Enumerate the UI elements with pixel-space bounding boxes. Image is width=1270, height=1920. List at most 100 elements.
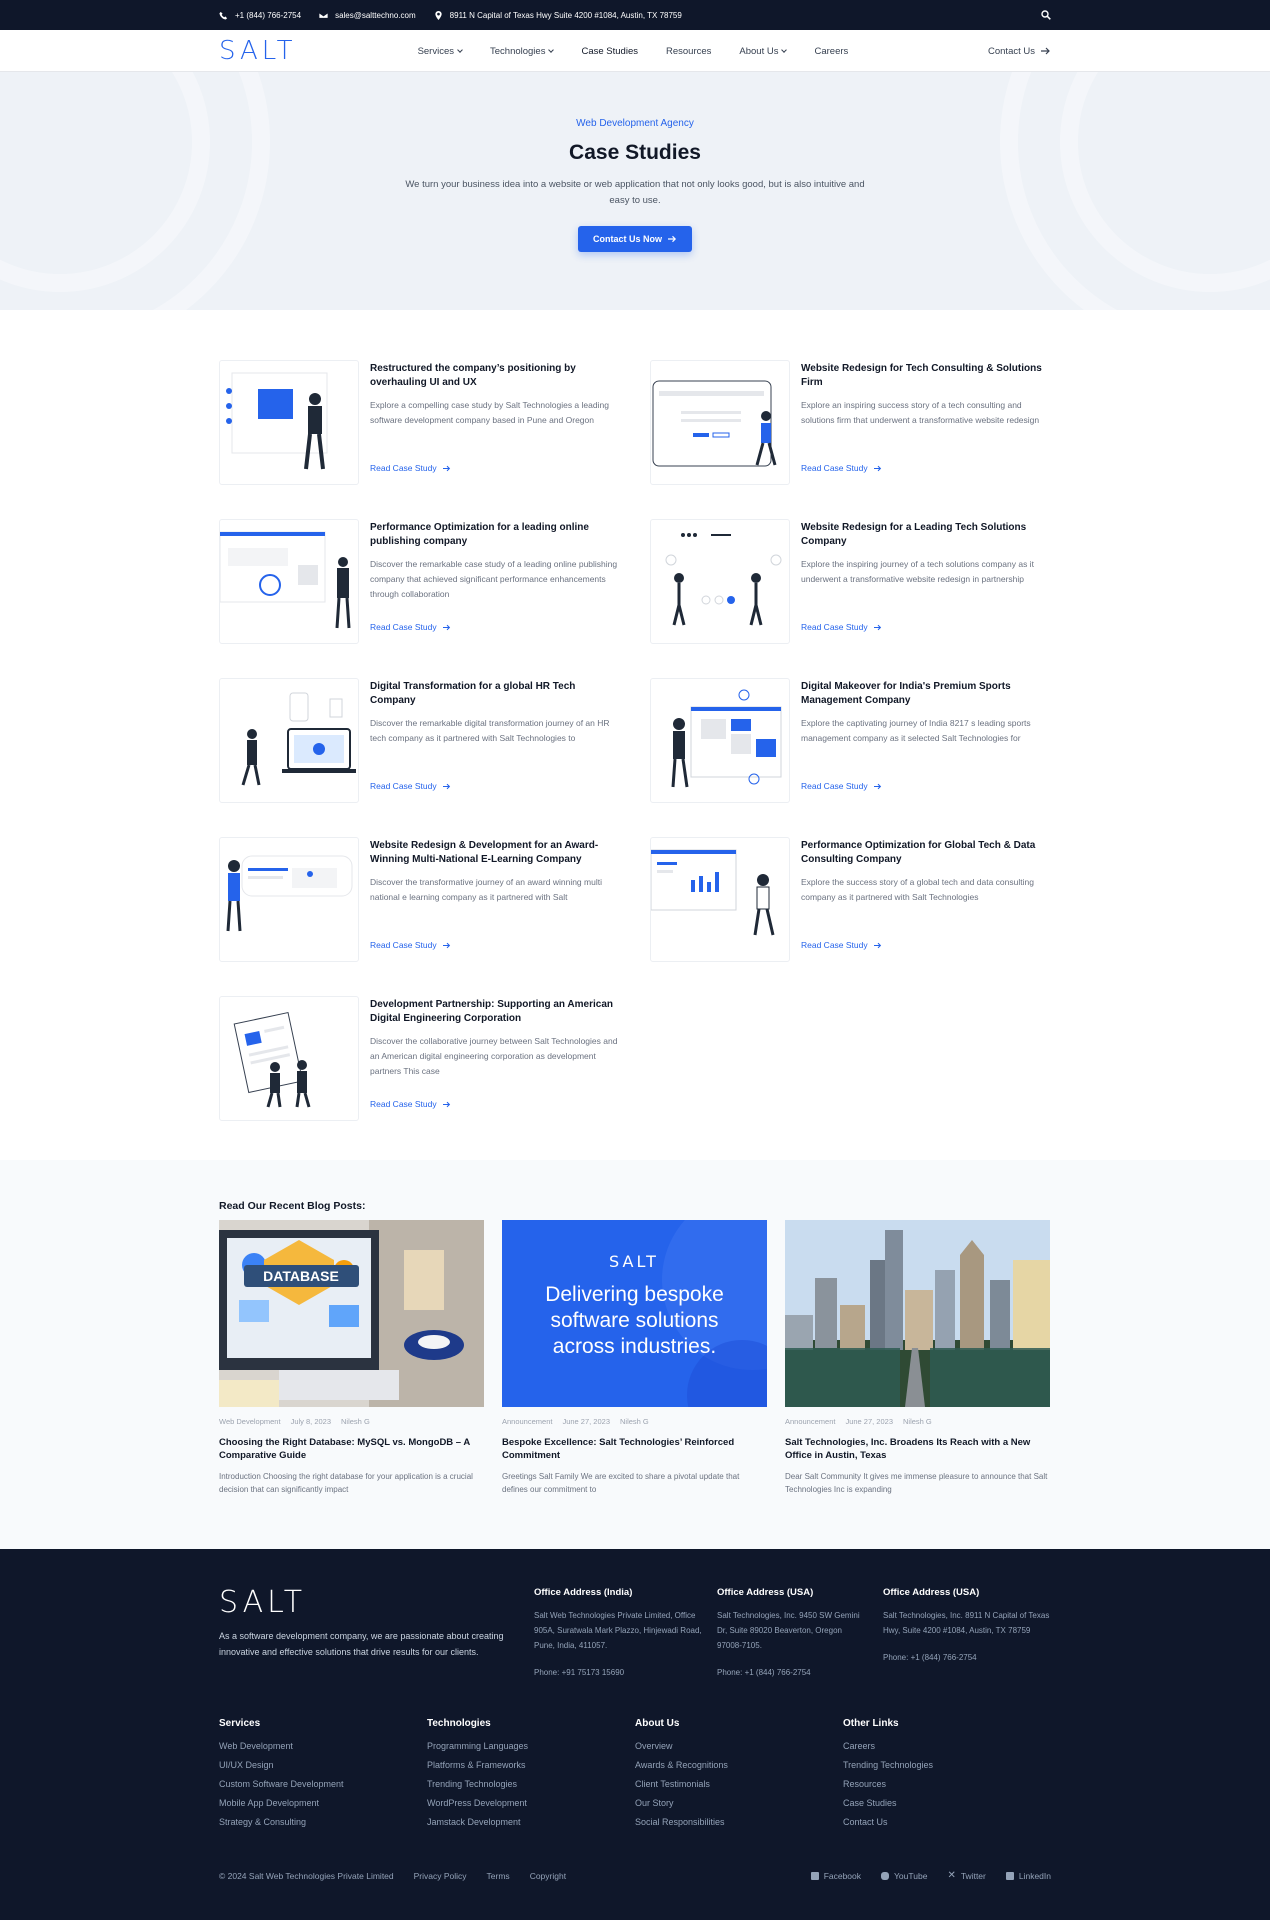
- post-title[interactable]: Bespoke Excellence: Salt Technologies’ R…: [502, 1436, 767, 1462]
- footer-link[interactable]: Custom Software Development: [219, 1779, 427, 1789]
- case-study-card[interactable]: Website Redesign & Development for an Aw…: [219, 837, 620, 962]
- email-link[interactable]: sales@salttechno.com: [319, 11, 416, 20]
- terms-link[interactable]: Terms: [487, 1871, 510, 1881]
- case-study-title[interactable]: Performance Optimization for a leading o…: [370, 521, 620, 549]
- post-author[interactable]: Nilesh G: [620, 1417, 649, 1426]
- case-study-title[interactable]: Restructured the company’s positioning b…: [370, 362, 620, 390]
- office-phone[interactable]: Phone: +1 (844) 766-2754: [883, 1650, 1051, 1665]
- case-study-card[interactable]: Development Partnership: Supporting an A…: [219, 996, 620, 1121]
- footer-link[interactable]: Our Story: [635, 1798, 843, 1808]
- case-study-card[interactable]: Restructured the company’s positioning b…: [219, 360, 620, 485]
- blog-image-austin-skyline[interactable]: [785, 1220, 1050, 1407]
- case-study-illustration[interactable]: [650, 678, 790, 803]
- read-case-study-link[interactable]: Read Case Study: [370, 622, 620, 632]
- post-author[interactable]: Nilesh G: [903, 1417, 932, 1426]
- nav-item-careers[interactable]: Careers: [814, 46, 848, 57]
- read-case-study-link[interactable]: Read Case Study: [801, 781, 1051, 791]
- footer-link[interactable]: Trending Technologies: [843, 1760, 1051, 1770]
- case-study-title[interactable]: Website Redesign & Development for an Aw…: [370, 839, 620, 867]
- footer-link[interactable]: Overview: [635, 1741, 843, 1751]
- case-study-title[interactable]: Website Redesign for a Leading Tech Solu…: [801, 521, 1051, 549]
- footer-column-title: Technologies: [427, 1718, 491, 1729]
- footer-link[interactable]: Strategy & Consulting: [219, 1817, 427, 1827]
- footer-logo[interactable]: SALT: [219, 1585, 534, 1620]
- blog-image-database[interactable]: DATABASE: [219, 1220, 484, 1407]
- link-label: Read Case Study: [370, 622, 437, 632]
- read-case-study-link[interactable]: Read Case Study: [370, 940, 620, 950]
- post-category[interactable]: Web Development: [219, 1417, 281, 1426]
- read-case-study-link[interactable]: Read Case Study: [801, 940, 1051, 950]
- search-icon[interactable]: [1041, 10, 1051, 20]
- case-study-title[interactable]: Digital Transformation for a global HR T…: [370, 680, 620, 708]
- case-study-card[interactable]: Website Redesign for a Leading Tech Solu…: [650, 519, 1051, 644]
- footer-link[interactable]: Resources: [843, 1779, 1051, 1789]
- post-category[interactable]: Announcement: [502, 1417, 552, 1426]
- post-title[interactable]: Salt Technologies, Inc. Broadens Its Rea…: [785, 1436, 1050, 1462]
- contact-us-link[interactable]: Contact Us: [988, 46, 1051, 57]
- footer-link[interactable]: Awards & Recognitions: [635, 1760, 843, 1770]
- case-study-title[interactable]: Performance Optimization for Global Tech…: [801, 839, 1051, 867]
- case-study-illustration[interactable]: [219, 996, 359, 1121]
- read-case-study-link[interactable]: Read Case Study: [370, 1099, 620, 1109]
- youtube-link[interactable]: YouTube: [881, 1870, 927, 1881]
- case-study-description: Discover the remarkable case study of a …: [370, 559, 618, 599]
- office-phone[interactable]: Phone: +91 75173 15690: [534, 1665, 717, 1680]
- nav-item-about-us[interactable]: About Us: [739, 46, 788, 57]
- nav-item-services[interactable]: Services: [418, 46, 463, 57]
- case-study-title[interactable]: Digital Makeover for India's Premium Spo…: [801, 680, 1051, 708]
- case-study-illustration[interactable]: [219, 837, 359, 962]
- privacy-policy-link[interactable]: Privacy Policy: [414, 1871, 467, 1881]
- case-study-title[interactable]: Development Partnership: Supporting an A…: [370, 998, 620, 1026]
- case-study-illustration[interactable]: [650, 837, 790, 962]
- blog-post[interactable]: SALT Delivering bespoke software solutio…: [502, 1220, 767, 1496]
- contact-us-now-button[interactable]: Contact Us Now: [577, 226, 692, 252]
- blog-post[interactable]: DATABASE Web Development July 8, 2023 Ni…: [219, 1220, 484, 1496]
- nav-item-technologies[interactable]: Technologies: [490, 46, 555, 57]
- blog-post[interactable]: Announcement June 27, 2023 Nilesh G Salt…: [785, 1220, 1050, 1496]
- case-study-card[interactable]: Digital Transformation for a global HR T…: [219, 678, 620, 803]
- youtube-icon: [881, 1871, 890, 1880]
- footer-link[interactable]: Contact Us: [843, 1817, 1051, 1827]
- read-case-study-link[interactable]: Read Case Study: [370, 463, 620, 473]
- logo[interactable]: SALT: [219, 36, 297, 66]
- case-study-title[interactable]: Website Redesign for Tech Consulting & S…: [801, 362, 1051, 390]
- phone-link[interactable]: +1 (844) 766-2754: [219, 11, 301, 20]
- case-study-card[interactable]: Performance Optimization for a leading o…: [219, 519, 620, 644]
- case-study-card[interactable]: Digital Makeover for India's Premium Spo…: [650, 678, 1051, 803]
- linkedin-link[interactable]: LinkedIn: [1005, 1870, 1051, 1881]
- read-case-study-link[interactable]: Read Case Study: [801, 463, 1051, 473]
- footer-link[interactable]: UI/UX Design: [219, 1760, 427, 1770]
- footer-link[interactable]: Jamstack Development: [427, 1817, 635, 1827]
- post-title[interactable]: Choosing the Right Database: MySQL vs. M…: [219, 1436, 484, 1462]
- post-category[interactable]: Announcement: [785, 1417, 835, 1426]
- office-phone[interactable]: Phone: +1 (844) 766-2754: [717, 1665, 883, 1680]
- case-study-illustration[interactable]: [219, 360, 359, 485]
- twitter-link[interactable]: ✕ Twitter: [947, 1870, 985, 1881]
- post-author[interactable]: Nilesh G: [341, 1417, 370, 1426]
- case-study-card[interactable]: Performance Optimization for Global Tech…: [650, 837, 1051, 962]
- case-study-illustration[interactable]: [219, 678, 359, 803]
- footer-link[interactable]: WordPress Development: [427, 1798, 635, 1808]
- case-study-illustration[interactable]: [650, 360, 790, 485]
- case-studies-section: Restructured the company’s positioning b…: [0, 310, 1270, 1160]
- footer-link[interactable]: Mobile App Development: [219, 1798, 427, 1808]
- footer-link[interactable]: Case Studies: [843, 1798, 1051, 1808]
- read-case-study-link[interactable]: Read Case Study: [370, 781, 620, 791]
- case-study-card[interactable]: Website Redesign for Tech Consulting & S…: [650, 360, 1051, 485]
- nav-item-resources[interactable]: Resources: [666, 46, 711, 57]
- footer-link[interactable]: Trending Technologies: [427, 1779, 635, 1789]
- case-study-illustration[interactable]: [219, 519, 359, 644]
- read-case-study-link[interactable]: Read Case Study: [801, 622, 1051, 632]
- footer-link[interactable]: Programming Languages: [427, 1741, 635, 1751]
- blog-image-salt-banner[interactable]: SALT Delivering bespoke software solutio…: [502, 1220, 767, 1407]
- footer-link[interactable]: Client Testimonials: [635, 1779, 843, 1789]
- footer-link[interactable]: Platforms & Frameworks: [427, 1760, 635, 1770]
- nav-item-case-studies[interactable]: Case Studies: [581, 46, 638, 57]
- footer-link[interactable]: Social Responsibilities: [635, 1817, 843, 1827]
- footer-link[interactable]: Web Development: [219, 1741, 427, 1751]
- facebook-link[interactable]: Facebook: [810, 1870, 861, 1881]
- copyright-link[interactable]: Copyright: [530, 1871, 566, 1881]
- case-study-illustration[interactable]: [650, 519, 790, 644]
- social-label: LinkedIn: [1018, 1870, 1051, 1881]
- footer-link[interactable]: Careers: [843, 1741, 1051, 1751]
